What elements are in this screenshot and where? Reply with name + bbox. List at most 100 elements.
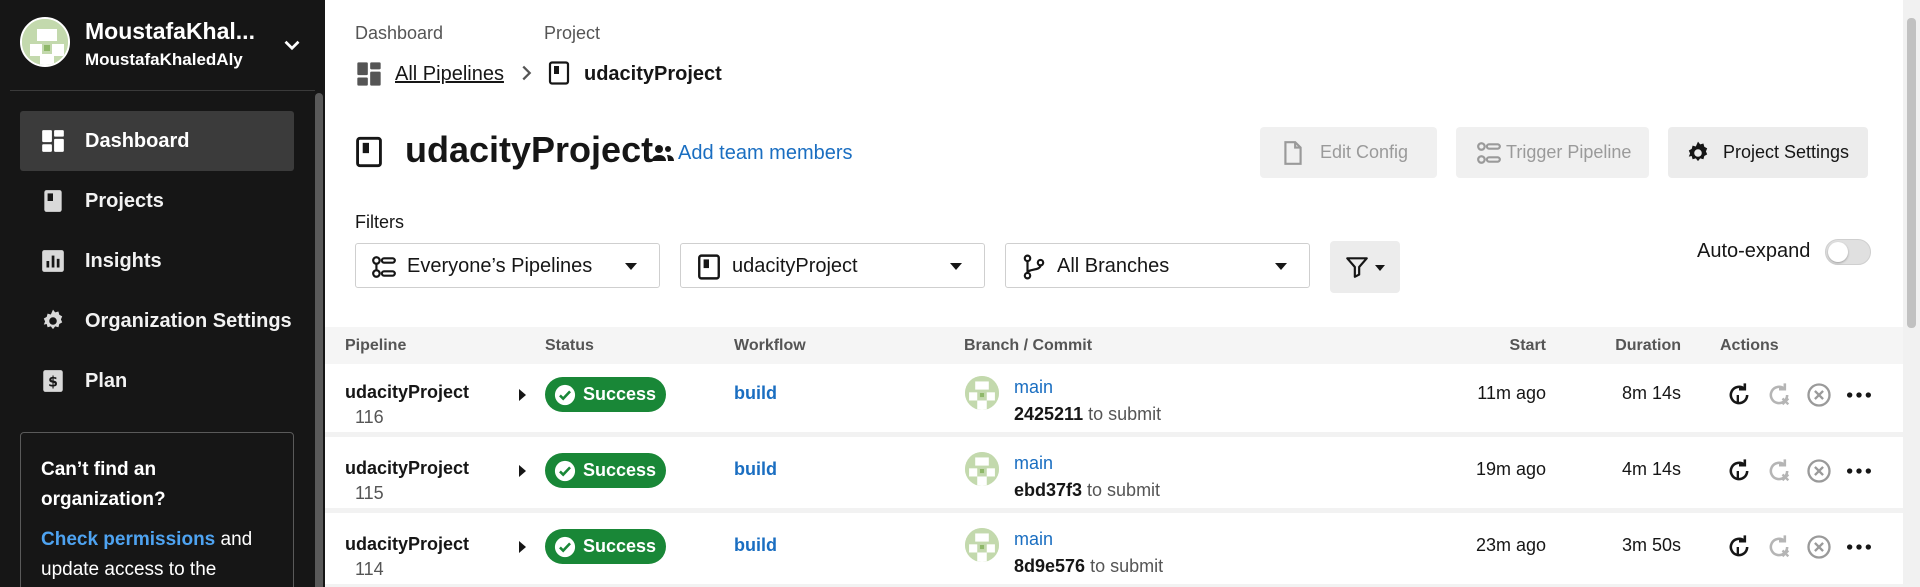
rerun-icon[interactable] [1725,457,1753,485]
caret-down-icon [950,263,962,270]
chevron-right-icon [522,65,532,81]
auto-expand-toggle[interactable] [1825,239,1871,265]
table-row[interactable]: udacityProject 115 Success build main eb… [325,442,1903,513]
branch-link[interactable]: main [1014,377,1053,398]
sidebar-item-plan[interactable]: $ Plan [20,351,294,411]
dashboard-icon [42,130,64,152]
page-scrollbar[interactable] [1903,0,1920,587]
commit-sha[interactable]: ebd37f3 [1014,480,1082,500]
cancel-icon[interactable] [1805,457,1833,485]
start-time: 19m ago [1475,459,1546,479]
sidebar-item-organization-settings[interactable]: Organization Settings [20,291,294,351]
more-options-icon[interactable] [1845,381,1873,409]
check-permissions-link[interactable]: Check permissions [41,529,215,550]
sidebar-item-label: Organization Settings [85,310,292,332]
column-header-status: Status [545,337,594,354]
help-text: Check permissions and update access to t… [41,525,273,585]
commit-message: to submit [1083,404,1162,424]
rerun-failed-icon[interactable] [1765,457,1793,485]
caret-down-icon [625,263,637,270]
trigger-pipeline-label: Trigger Pipeline [1506,142,1632,162]
sidebar-scrollbar[interactable] [315,93,323,587]
sidebar-item-insights[interactable]: Insights [20,231,294,291]
breadcrumb-dashboard-heading: Dashboard [355,23,444,43]
table-row[interactable]: udacityProject 116 Success build main 24… [325,366,1903,437]
scrollbar-thumb[interactable] [1907,18,1916,328]
column-header-start: Start [1509,337,1546,354]
branch-filter-select[interactable]: All Branches [1005,243,1310,288]
pipelines-filter-select[interactable]: Everyone’s Pipelines [355,243,660,288]
status-label: Success [583,536,657,556]
commit-message: to submit [1085,556,1164,576]
workflow-link[interactable]: build [734,535,777,556]
column-header-pipeline: Pipeline [345,337,407,354]
org-avatar [20,17,70,67]
pipeline-number: 116 [355,407,384,427]
trigger-pipeline-button[interactable]: Trigger Pipeline [1456,127,1649,178]
status-badge[interactable]: Success [545,453,666,488]
rerun-icon[interactable] [1725,533,1753,561]
rerun-failed-icon[interactable] [1765,533,1793,561]
more-options-icon[interactable] [1845,533,1873,561]
gear-icon [43,309,63,330]
sidebar-item-label: Projects [85,190,164,212]
chevron-down-icon[interactable] [279,32,305,58]
more-options-icon[interactable] [1845,457,1873,485]
pipeline-name[interactable]: udacityProject [345,534,469,555]
commit-message: to submit [1082,480,1161,500]
filters-label: Filters [355,212,404,232]
check-circle-icon [554,460,576,482]
dashboard-icon [357,62,381,86]
edit-config-button[interactable]: Edit Config [1260,127,1437,178]
org-name: MoustafaKhal... [85,18,255,44]
team-icon [652,145,674,161]
all-pipelines-link[interactable]: All Pipelines [395,63,504,86]
workflow-link[interactable]: build [734,459,777,480]
sidebar-item-projects[interactable]: Projects [20,171,294,231]
start-time: 23m ago [1475,535,1546,555]
status-badge[interactable]: Success [545,377,666,412]
pipeline-name[interactable]: udacityProject [345,382,469,403]
project-settings-label: Project Settings [1723,142,1850,162]
branch-link[interactable]: main [1014,529,1053,550]
check-circle-icon [554,384,576,406]
commit-sha[interactable]: 2425211 [1014,404,1083,424]
expand-row-icon[interactable] [516,540,528,554]
auto-expand-label: Auto-expand [1697,240,1811,262]
status-badge[interactable]: Success [545,529,666,564]
page-title: udacityProject [405,129,654,170]
org-username: MoustafaKhaledAly [85,50,243,69]
cancel-icon[interactable] [1805,533,1833,561]
project-filter-select[interactable]: udacityProject [680,243,985,288]
branch-icon [1023,254,1045,280]
commit-sha[interactable]: 8d9e576 [1014,556,1085,576]
sidebar-item-dashboard[interactable]: Dashboard [20,111,294,171]
pipeline-icon [372,256,396,278]
project-settings-button[interactable]: Project Settings [1668,127,1868,178]
project-icon [548,61,570,85]
workflow-link[interactable]: build [734,383,777,404]
commit-info: 8d9e576 to submit [1014,556,1163,577]
avatar [965,452,999,486]
duration: 3m 50s [1621,535,1681,555]
column-header-duration: Duration [1615,337,1681,354]
commit-info: 2425211 to submit [1014,404,1161,425]
table-row[interactable]: udacityProject 114 Success build main 8d… [325,518,1903,587]
check-circle-icon [554,536,576,558]
sidebar: MoustafaKhal... MoustafaKhaledAly Dashbo… [0,0,325,587]
org-switcher[interactable]: MoustafaKhal... MoustafaKhaledAly [10,0,315,91]
rerun-failed-icon[interactable] [1765,381,1793,409]
branch-link[interactable]: main [1014,453,1053,474]
expand-row-icon[interactable] [516,464,528,478]
pipeline-number: 115 [355,483,384,503]
expand-row-icon[interactable] [516,388,528,402]
cancel-icon[interactable] [1805,381,1833,409]
sidebar-item-label: Plan [85,370,128,392]
advanced-filter-button[interactable] [1330,241,1400,293]
sidebar-item-label: Dashboard [85,130,190,152]
breadcrumb-project-name: udacityProject [584,63,722,85]
rerun-icon[interactable] [1725,381,1753,409]
file-icon [1284,141,1302,165]
pipeline-name[interactable]: udacityProject [345,458,469,479]
help-title: Can’t find an organization? [41,459,166,510]
